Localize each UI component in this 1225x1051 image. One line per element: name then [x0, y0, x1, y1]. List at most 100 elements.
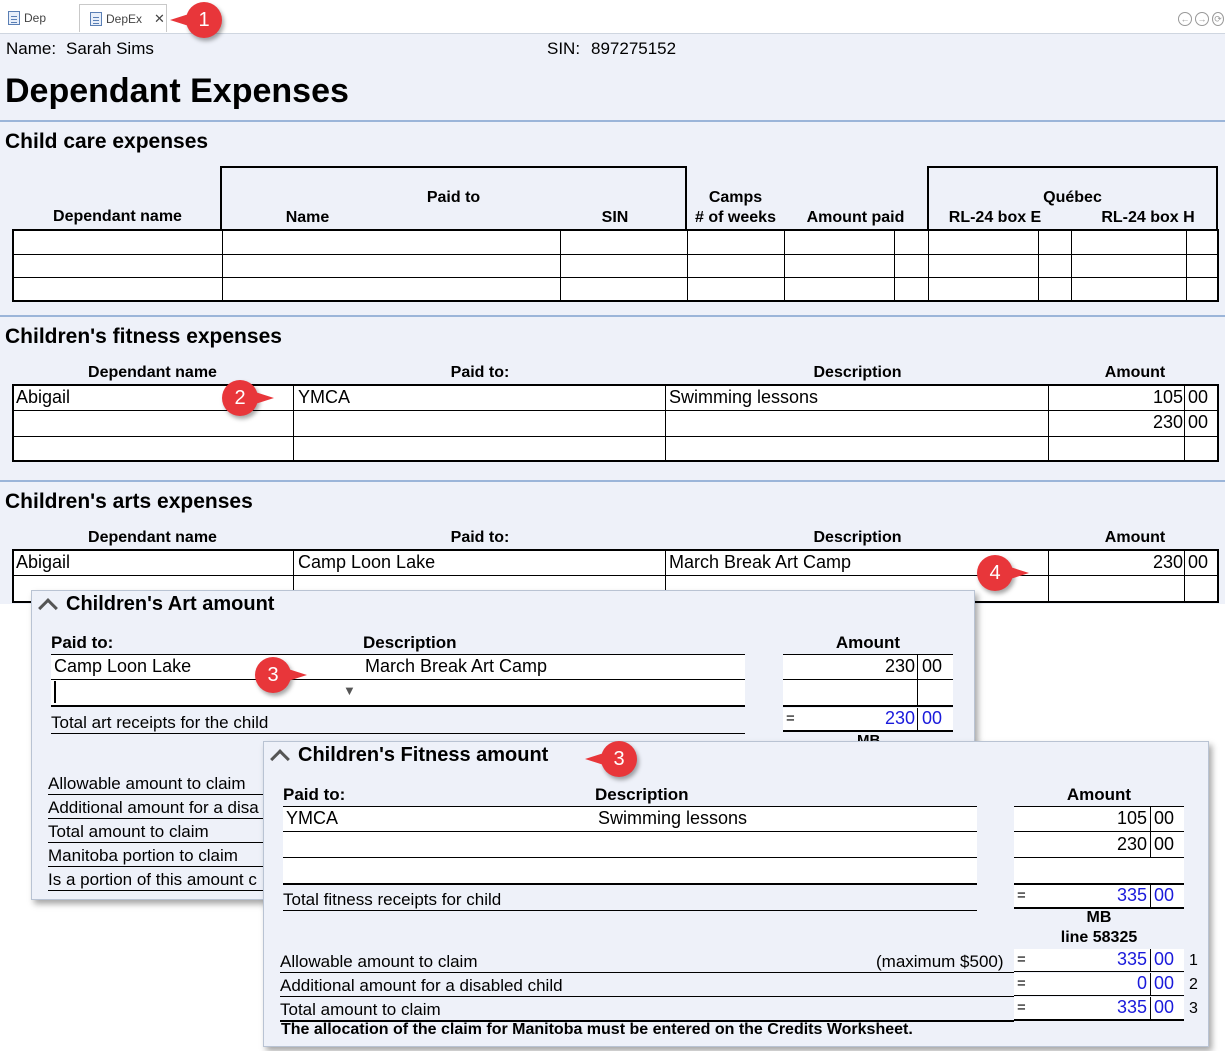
arts-paid-to-cell[interactable]: Camp Loon Lake	[298, 552, 435, 573]
line-number: 3	[1189, 1000, 1198, 1017]
sin-value: 897275152	[591, 39, 677, 58]
total-claim-label: Total amount to claim	[48, 822, 266, 843]
additional-amount-dollars: 0	[1136, 973, 1147, 993]
col-rl24-box-h: RL-24 box H	[1101, 209, 1195, 226]
col-rl24-box-e: RL-24 box E	[948, 209, 1042, 226]
maximum-note: (maximum $500)	[876, 952, 1004, 972]
arts-amount-dollars[interactable]: 230	[1050, 552, 1183, 573]
arts-description-cell[interactable]: March Break Art Camp	[669, 552, 851, 573]
arts-amount-cents[interactable]: 00	[1188, 552, 1208, 573]
fitness-amount-dollars[interactable]: 105	[1050, 387, 1183, 408]
forward-icon[interactable]: →	[1195, 12, 1209, 26]
manitoba-portion-label: Manitoba portion to claim	[48, 846, 266, 867]
panel-title: Children's Fitness amount	[298, 744, 549, 766]
document-icon	[8, 11, 20, 25]
col-name: Name	[285, 209, 330, 226]
separator	[0, 315, 1225, 317]
collapse-caret-icon[interactable]	[270, 749, 290, 769]
total-claim-dollars: 335	[1116, 997, 1147, 1017]
col-description: Description	[813, 529, 902, 546]
art-paid-to-cell[interactable]: Camp Loon Lake	[54, 656, 191, 677]
fitness-paid-to-cell[interactable]: YMCA	[286, 808, 338, 829]
col-amount: Amount	[1066, 785, 1132, 804]
col-dependant-name: Dependant name	[88, 364, 217, 381]
close-tab-icon[interactable]: ✕	[154, 11, 165, 27]
back-icon[interactable]: ←	[1178, 12, 1192, 26]
total-fitness-cents: 00	[1154, 885, 1175, 905]
allowable-amount-cents: 00	[1154, 949, 1175, 969]
art-amount-dollars[interactable]: 230	[783, 656, 915, 677]
allowable-amount-dollars: 335	[1116, 949, 1147, 969]
arts-dependant-cell[interactable]: Abigail	[16, 552, 70, 573]
art-amount-cents[interactable]: 00	[922, 656, 942, 677]
col-paid-to: Paid to:	[450, 529, 510, 546]
total-claim-label: Total amount to claim	[280, 1000, 1014, 1022]
total-claim-cents: 00	[1154, 997, 1175, 1017]
col-amount: Amount	[1104, 364, 1166, 381]
name-value: Sarah Sims	[66, 39, 154, 58]
additional-amount-label: Additional amount for a disabled child	[280, 976, 1014, 997]
col-paid-to: Paid to:	[450, 364, 510, 381]
col-dependant-name: Dependant name	[53, 208, 182, 225]
fitness-table	[12, 384, 1219, 462]
col-quebec: Québec	[1043, 189, 1102, 206]
fitness-description-cell[interactable]: Swimming lessons	[598, 808, 747, 829]
col-amount: Amount	[1104, 529, 1166, 546]
dropdown-arrow-icon[interactable]: ▼	[343, 683, 356, 698]
mb-line-label: line 58325	[1060, 929, 1138, 946]
fitness-description-cell[interactable]: Swimming lessons	[669, 387, 818, 408]
panel-title: Children's Art amount	[66, 593, 275, 615]
mb-label: MB	[1086, 909, 1112, 926]
separator	[0, 120, 1225, 122]
tab-label: Dep	[24, 11, 47, 25]
fitness-dependant-cell[interactable]: Abigail	[16, 387, 70, 408]
col-paid-to: Paid to:	[283, 785, 346, 804]
fitness-amount-cents[interactable]: 00	[1188, 412, 1208, 433]
separator	[0, 480, 1225, 482]
section-title-fitness: Children's fitness expenses	[5, 325, 282, 348]
callout-marker: 4	[977, 555, 1029, 591]
fitness-amount-cents[interactable]: 00	[1154, 808, 1174, 829]
art-description-cell[interactable]: March Break Art Camp	[365, 656, 547, 677]
tab-dep[interactable]: Dep	[8, 4, 46, 32]
fitness-paid-to-cell[interactable]: YMCA	[298, 387, 350, 408]
col-dependant-name: Dependant name	[88, 529, 217, 546]
total-art-label: Total art receipts for the child	[51, 713, 745, 734]
allowable-amount-label: Allowable amount to claim	[48, 774, 266, 795]
col-amount: Amount	[835, 633, 901, 652]
callout-marker: 2	[222, 380, 274, 416]
col-description: Description	[363, 633, 457, 652]
fitness-amount-dollars[interactable]: 230	[1014, 834, 1147, 855]
total-art-cents: 00	[922, 708, 943, 728]
line-number: 1	[1189, 952, 1198, 969]
fitness-amount-panel: Children's Fitness amount Paid to: Descr…	[263, 741, 1209, 1047]
text-cursor	[54, 681, 56, 703]
fitness-amount-cents[interactable]: 00	[1188, 387, 1208, 408]
section-title-child-care: Child care expenses	[5, 130, 209, 153]
col-sin: SIN	[601, 209, 629, 226]
fitness-amount-dollars[interactable]: 230	[1050, 412, 1183, 433]
fitness-amount-dollars[interactable]: 105	[1014, 808, 1147, 829]
col-paid-to: Paid to	[426, 189, 481, 206]
mb-label: MB	[857, 732, 881, 741]
tab-label: DepEx	[106, 11, 143, 26]
tab-depex[interactable]: DepEx ✕	[79, 4, 167, 32]
total-art-dollars: 230	[884, 708, 915, 728]
total-fitness-dollars: 335	[1116, 885, 1147, 905]
sin-label: SIN:	[547, 39, 581, 58]
fitness-amount-cents[interactable]: 00	[1154, 834, 1174, 855]
name-label: Name:	[6, 39, 57, 58]
line-number: 2	[1189, 976, 1198, 993]
refresh-icon[interactable]: ⟳	[1212, 12, 1224, 26]
collapse-caret-icon[interactable]	[38, 598, 58, 618]
manitoba-note: The allocation of the claim for Manitoba…	[281, 1021, 913, 1038]
col-camps: Camps	[708, 189, 763, 206]
page-title: Dependant Expenses	[5, 72, 349, 110]
additional-amount-cents: 00	[1154, 973, 1175, 993]
child-care-table	[12, 229, 1219, 302]
col-amount-paid: Amount paid	[806, 209, 905, 226]
col-weeks: # of weeks	[695, 209, 776, 226]
callout-marker: 3	[255, 657, 307, 693]
section-title-arts: Children's arts expenses	[5, 490, 253, 513]
portion-question-label: Is a portion of this amount c	[48, 870, 266, 891]
